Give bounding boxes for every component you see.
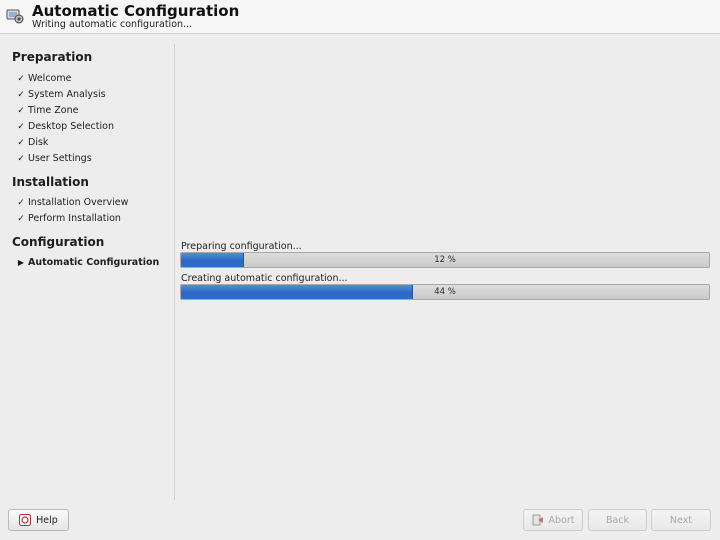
check-icon: ✓ xyxy=(17,106,25,116)
step-automatic-configuration: ▶ Automatic Configuration xyxy=(16,256,159,270)
help-icon xyxy=(19,514,32,526)
check-icon: ✓ xyxy=(17,138,25,148)
section-title-installation: Installation xyxy=(12,175,89,189)
page-subtitle: Writing automatic configuration... xyxy=(32,19,193,30)
step-label: Disk xyxy=(28,137,49,148)
back-button[interactable]: Back xyxy=(588,509,647,531)
sidebar-divider xyxy=(174,44,175,500)
step-label: Perform Installation xyxy=(28,213,121,224)
step-label: System Analysis xyxy=(28,89,106,100)
step-welcome: ✓ Welcome xyxy=(16,72,71,86)
abort-icon xyxy=(532,514,543,526)
step-desktop-selection: ✓ Desktop Selection xyxy=(16,120,114,134)
section-title-preparation: Preparation xyxy=(12,50,93,64)
progress-label-preparing: Preparing configuration... xyxy=(181,241,302,252)
help-button-label: Help xyxy=(36,514,58,526)
step-label: Desktop Selection xyxy=(28,121,114,132)
section-title-configuration: Configuration xyxy=(12,235,105,249)
header: Automatic Configuration Writing automati… xyxy=(0,0,720,34)
progress-bar-preparing: 12 % xyxy=(180,252,710,268)
step-system-analysis: ✓ System Analysis xyxy=(16,88,106,102)
check-icon: ✓ xyxy=(17,154,25,164)
step-perform-installation: ✓ Perform Installation xyxy=(16,212,121,226)
check-icon: ✓ xyxy=(17,214,25,224)
progress-percent: 12 % xyxy=(434,255,456,265)
check-icon: ✓ xyxy=(17,198,25,208)
check-icon: ✓ xyxy=(17,122,25,132)
installer-icon xyxy=(6,9,24,24)
help-button[interactable]: Help xyxy=(8,509,69,531)
step-label: Installation Overview xyxy=(28,197,129,208)
next-button[interactable]: Next xyxy=(651,509,711,531)
step-label: Automatic Configuration xyxy=(28,257,160,268)
step-disk: ✓ Disk xyxy=(16,136,48,150)
step-time-zone: ✓ Time Zone xyxy=(16,104,78,118)
check-icon: ✓ xyxy=(17,90,25,100)
abort-button-label: Abort xyxy=(548,514,575,526)
step-installation-overview: ✓ Installation Overview xyxy=(16,196,128,210)
current-step-arrow-icon: ▶ xyxy=(17,258,25,267)
page-title: Automatic Configuration xyxy=(32,2,240,20)
step-label: Welcome xyxy=(28,73,72,84)
progress-percent: 44 % xyxy=(434,287,456,297)
check-icon: ✓ xyxy=(17,74,25,84)
progress-bar-creating: 44 % xyxy=(180,284,710,300)
back-button-label: Back xyxy=(605,514,630,526)
progress-label-creating: Creating automatic configuration... xyxy=(181,273,348,284)
step-label: User Settings xyxy=(28,153,92,164)
step-user-settings: ✓ User Settings xyxy=(16,152,92,166)
next-button-label: Next xyxy=(669,514,693,526)
abort-button[interactable]: Abort xyxy=(523,509,583,531)
step-label: Time Zone xyxy=(28,105,79,116)
